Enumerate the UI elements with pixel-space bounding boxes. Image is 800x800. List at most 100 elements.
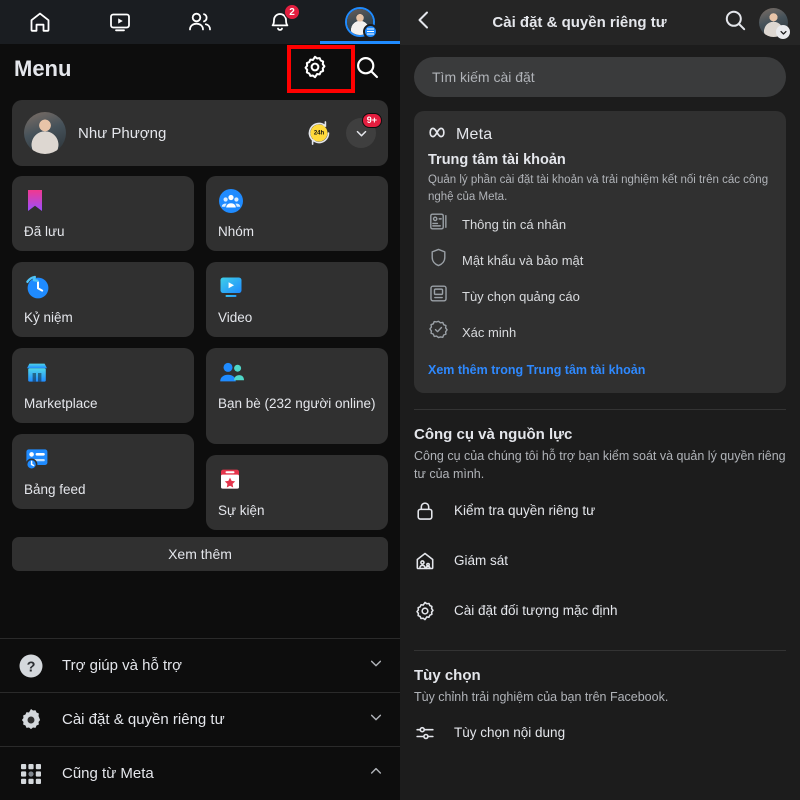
section-tools-resources: Công cụ và nguồn lực Công cụ của chúng t… — [400, 426, 800, 633]
video-tab[interactable] — [80, 0, 160, 44]
question-circle-icon: ? — [16, 653, 46, 679]
friends-icon — [187, 10, 213, 34]
calendar-star-icon — [218, 465, 376, 495]
tile-label: Bạn bè (232 người online) — [218, 396, 376, 411]
section-row-label: Kiểm tra quyền riêng tư — [454, 503, 596, 519]
tile-events[interactable]: Sự kiện — [206, 455, 388, 530]
left-panel-menu: 2 Menu Như Phượng 24h 9+ Đã lưu Nhóm Kỷ … — [0, 0, 400, 800]
gear-icon — [414, 600, 436, 622]
profile-card[interactable]: Như Phượng 24h 9+ — [12, 100, 388, 166]
accounts-center-row-label: Thông tin cá nhân — [462, 216, 567, 232]
section-row-label: Giám sát — [454, 553, 509, 569]
accounts-center-row-ad-preferences[interactable]: Tùy chọn quảng cáo — [428, 279, 772, 313]
supervision-home-icon — [414, 550, 436, 572]
notifications-badge: 2 — [284, 4, 300, 20]
chevron-down-icon[interactable] — [368, 655, 384, 676]
accounts-center-heading: Trung tâm tài khoản — [428, 152, 566, 168]
tile-label: Kỷ niệm — [24, 310, 73, 325]
bookmark-icon — [24, 186, 182, 216]
accounts-center-row-verification[interactable]: Xác minh — [428, 315, 772, 349]
search-settings-input[interactable]: Tìm kiếm cài đặt — [414, 57, 786, 97]
video-play-icon — [218, 272, 376, 302]
lock-icon — [414, 500, 436, 522]
list-item-also-from-meta[interactable]: Cũng từ Meta — [0, 746, 400, 800]
settings-header: Cài đặt & quyền riêng tư — [400, 0, 800, 45]
chevron-down-icon — [776, 25, 790, 39]
section-preferences: Tùy chọn Tùy chỉnh trải nghiệm của bạn t… — [400, 667, 800, 756]
right-panel-settings: Cài đặt & quyền riêng tư Tìm kiếm cài đặ… — [400, 0, 800, 800]
marketplace-store-icon — [24, 358, 182, 388]
back-chevron-icon[interactable] — [412, 8, 436, 37]
tile-label: Video — [218, 310, 253, 325]
tile-label: Bảng feed — [24, 482, 86, 497]
tile-label: Marketplace — [24, 396, 98, 411]
menu-tab[interactable] — [320, 0, 400, 44]
notifications-tab[interactable]: 2 — [240, 0, 320, 44]
section-row-label: Tùy chọn nội dung — [454, 725, 566, 741]
search-icon[interactable] — [723, 8, 747, 37]
avatar[interactable] — [759, 8, 790, 39]
video-icon — [108, 10, 132, 34]
menu-header: Menu — [0, 44, 400, 94]
section-description: Tùy chỉnh trải nghiệm của bạn trên Faceb… — [414, 689, 669, 704]
id-card-icon — [428, 211, 449, 237]
top-navigation-bar: 2 — [0, 0, 400, 44]
accounts-center-row-password-security[interactable]: Mật khẩu và bảo mật — [428, 243, 772, 277]
gear-icon[interactable] — [302, 54, 328, 85]
meta-brand: Meta — [428, 125, 772, 145]
tile-saved[interactable]: Đã lưu — [12, 176, 194, 251]
verified-check-icon — [428, 319, 449, 345]
hamburger-badge-icon — [363, 24, 378, 39]
list-item-settings-privacy[interactable]: Cài đặt & quyền riêng tư — [0, 692, 400, 746]
section-row-content-preferences[interactable]: Tùy chọn nội dung — [414, 710, 786, 756]
grid-apps-icon — [16, 762, 46, 786]
menu-bottom-list: ? Trợ giúp và hỗ trợ Cài đặt & quyền riê… — [0, 638, 400, 800]
section-row-label: Cài đặt đối tượng mặc định — [454, 603, 618, 619]
section-title: Tùy chọn — [414, 666, 481, 684]
tile-label: Sự kiện — [218, 503, 265, 518]
story-24h-label: 24h — [313, 130, 325, 136]
accounts-center-row-label: Mật khẩu và bảo mật — [462, 252, 584, 268]
tile-memories[interactable]: Kỷ niệm — [12, 262, 194, 337]
section-divider — [414, 649, 786, 651]
tile-groups[interactable]: Nhóm — [206, 176, 388, 251]
list-item-label: Cũng từ Meta — [62, 765, 154, 782]
chevron-up-icon[interactable] — [368, 763, 384, 784]
chevron-down-icon[interactable] — [368, 709, 384, 730]
memories-clock-icon — [24, 272, 182, 302]
section-title: Công cụ và nguồn lực — [414, 426, 573, 444]
list-item-help[interactable]: ? Trợ giúp và hỗ trợ — [0, 638, 400, 692]
meta-infinity-icon — [428, 125, 450, 145]
section-row-default-audience[interactable]: Cài đặt đối tượng mặc định — [414, 588, 786, 634]
chevron-down-icon — [356, 130, 366, 136]
app-screen: 2 Menu Như Phượng 24h 9+ Đã lưu Nhóm Kỷ … — [0, 0, 800, 800]
tile-marketplace[interactable]: Marketplace — [12, 348, 194, 423]
profile-expand-button[interactable]: 9+ — [346, 113, 382, 148]
accounts-center-row-label: Tùy chọn quảng cáo — [462, 288, 580, 304]
avatar[interactable] — [345, 7, 378, 39]
monitor-icon — [428, 283, 449, 309]
tile-friends[interactable]: Bạn bè (232 người online) — [206, 348, 388, 444]
sliders-icon — [414, 722, 436, 744]
accounts-center-card: Meta Trung tâm tài khoản Quản lý phần cà… — [414, 111, 786, 394]
svg-text:?: ? — [27, 659, 36, 675]
tile-feeds[interactable]: Bảng feed — [12, 434, 194, 509]
section-row-privacy-checkup[interactable]: Kiểm tra quyền riêng tư — [414, 488, 786, 534]
section-row-supervision[interactable]: Giám sát — [414, 538, 786, 584]
story-24h-icon[interactable]: 24h — [304, 118, 334, 148]
menu-tile-grid: Đã lưu Nhóm Kỷ niệm Video Marketplace Bạ… — [0, 166, 400, 571]
friends-tab[interactable] — [160, 0, 240, 44]
section-divider — [414, 409, 786, 411]
section-description: Công cụ của chúng tôi hỗ trợ bạn kiểm so… — [414, 449, 786, 482]
accounts-center-description: Quản lý phần cài đặt tài khoản và trải n… — [428, 174, 769, 203]
list-item-label: Cài đặt & quyền riêng tư — [62, 711, 225, 728]
profile-name: Như Phượng — [78, 124, 167, 142]
groups-icon — [218, 186, 376, 216]
tile-video[interactable]: Video — [206, 262, 388, 337]
home-tab[interactable] — [0, 0, 80, 44]
search-icon[interactable] — [354, 54, 380, 85]
accounts-center-link[interactable]: Xem thêm trong Trung tâm tài khoản — [428, 363, 772, 377]
accounts-center-row-personal-info[interactable]: Thông tin cá nhân — [428, 207, 772, 241]
see-more-button[interactable]: Xem thêm — [12, 537, 388, 571]
gear-icon — [16, 707, 46, 733]
